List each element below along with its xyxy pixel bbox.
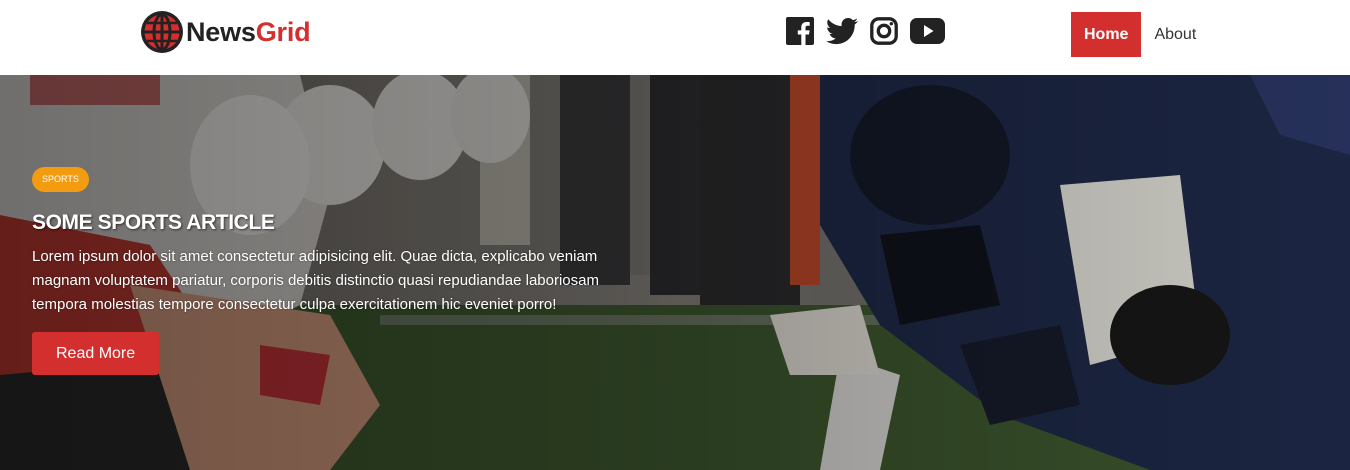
youtube-icon (910, 18, 945, 44)
article-excerpt: Lorem ipsum dolor sit amet consectetur a… (32, 248, 599, 313)
instagram-icon (870, 17, 898, 45)
social-links (786, 17, 957, 45)
nav-home[interactable]: Home (1071, 12, 1142, 57)
brand-logo[interactable]: NewsGrid (140, 10, 311, 54)
youtube-link[interactable] (910, 18, 945, 44)
facebook-link[interactable] (786, 17, 814, 45)
brand-name-part1: News (186, 16, 256, 47)
brand-name-part2: Grid (255, 16, 311, 47)
globe-icon (141, 11, 183, 53)
facebook-icon (786, 17, 814, 45)
nav-about[interactable]: About (1141, 12, 1209, 57)
instagram-link[interactable] (870, 17, 898, 45)
twitter-icon (826, 18, 858, 45)
featured-article: Sports Some Sports Article Lorem ipsum d… (32, 167, 652, 375)
read-more-button[interactable]: Read More (32, 332, 160, 375)
hero-section: Sports Some Sports Article Lorem ipsum d… (0, 75, 1350, 470)
twitter-link[interactable] (826, 17, 858, 45)
category-badge[interactable]: Sports (32, 167, 89, 192)
article-title: Some Sports Article (32, 211, 275, 234)
main-nav: Home About (1071, 12, 1209, 57)
site-header: NewsGrid Home About (0, 0, 1350, 75)
brand-name: NewsGrid (186, 16, 311, 48)
